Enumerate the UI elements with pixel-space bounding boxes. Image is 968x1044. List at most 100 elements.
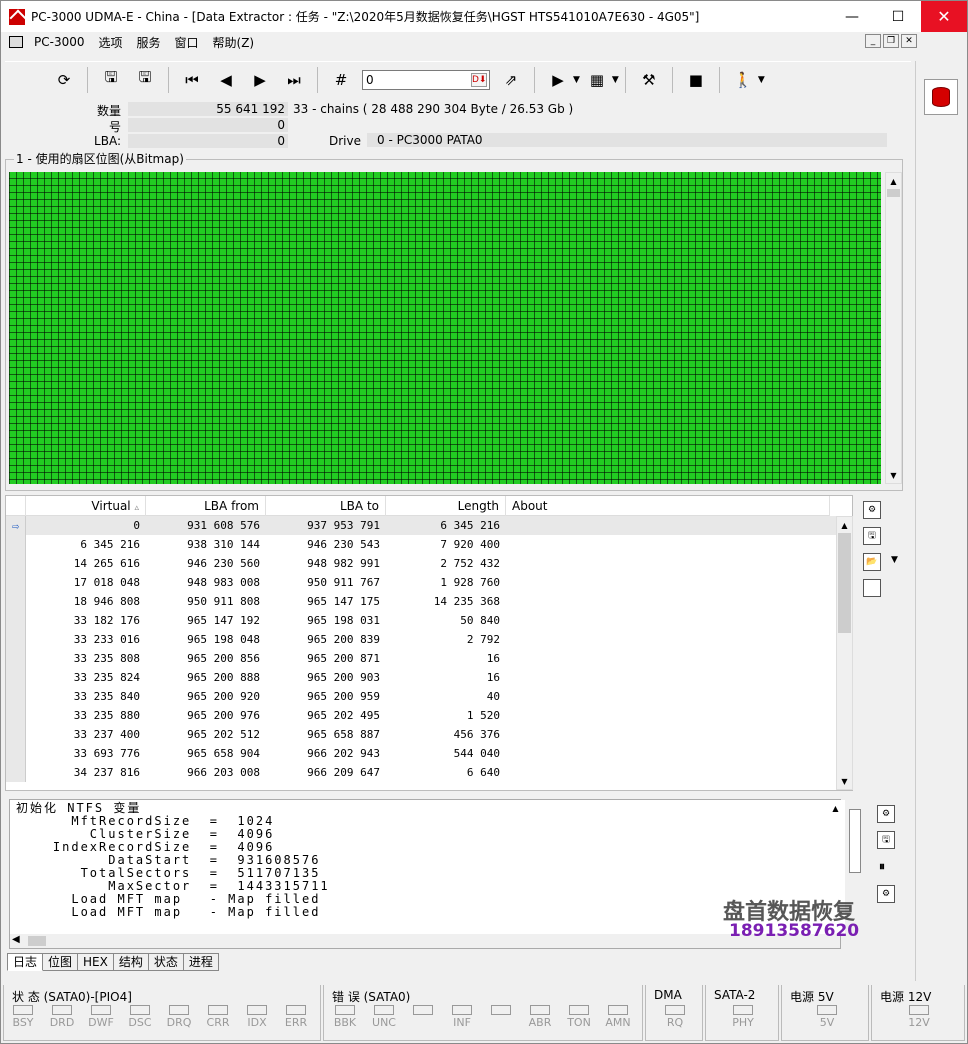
led-label: DWF xyxy=(88,1016,114,1029)
exit-dropdown-icon[interactable]: ▼ xyxy=(758,75,765,85)
tab-status[interactable]: 状态 xyxy=(148,953,184,971)
table-row[interactable]: 18 946 808 950 911 808 965 147 175 14 235 3… xyxy=(6,592,836,611)
database-icon xyxy=(932,87,950,107)
menu-pc3000[interactable]: PC-3000 xyxy=(27,35,91,49)
log-save-settings-icon[interactable]: ⚙ xyxy=(877,885,895,903)
cell-lba-to: 965 200 959 xyxy=(307,690,380,703)
folder-dropdown-icon[interactable]: ▼ xyxy=(891,555,898,565)
status-led: TON xyxy=(564,1005,594,1029)
menu-options[interactable]: 选项 xyxy=(91,34,129,51)
cell-lba-from: 950 911 808 xyxy=(187,595,260,608)
table-row[interactable]: 33 237 400 965 202 512 965 658 887 456 376 xyxy=(6,725,836,744)
switch-drive-button[interactable] xyxy=(924,79,958,115)
led-lamp xyxy=(247,1005,267,1015)
led-lamp xyxy=(335,1005,355,1015)
bitmap-group-label: 1 - 使用的扇区位图(从Bitmap) xyxy=(14,152,186,166)
led-lamp xyxy=(91,1005,111,1015)
menu-window[interactable]: 窗口 xyxy=(168,34,206,51)
scroll-up-icon[interactable]: ▲ xyxy=(886,173,901,189)
cell-lba-to: 965 147 175 xyxy=(307,595,380,608)
log-save-icon[interactable]: 🖫 xyxy=(877,831,895,849)
led-label: BBK xyxy=(333,1016,357,1029)
grid-icon[interactable]: ▦ xyxy=(584,67,610,93)
log-hscrollbar[interactable]: ◀ xyxy=(10,934,840,948)
log-settings-icon[interactable]: ⚙ xyxy=(877,805,895,823)
go-arrow-icon[interactable]: D⬇ xyxy=(471,72,487,87)
cell-virtual: 34 237 816 xyxy=(73,766,140,779)
table-header: Virtual ▵ LBA from LBA to Length About xyxy=(6,496,830,516)
table-row[interactable]: 33 235 824 965 200 888 965 200 903 16 xyxy=(6,668,836,687)
status-led: AMN xyxy=(603,1005,633,1029)
count-description: 33 - chains ( 28 488 290 304 Byte / 26.5… xyxy=(293,102,574,116)
col-virtual[interactable]: Virtual ▵ xyxy=(26,496,146,516)
scroll-left-icon[interactable]: ◀ xyxy=(12,934,20,945)
scroll-down-icon[interactable]: ▼ xyxy=(837,773,852,789)
goto-number-icon[interactable]: # xyxy=(328,67,354,93)
maximize-button[interactable]: ☐ xyxy=(875,1,921,32)
menu-help[interactable]: 帮助(Z) xyxy=(206,34,262,51)
last-icon[interactable]: ⏭ xyxy=(281,67,307,93)
table-row[interactable]: ⇨ 0 931 608 576 937 953 791 6 345 216 xyxy=(6,516,836,535)
scroll-down-icon[interactable]: ▼ xyxy=(886,467,901,483)
open-folder-icon[interactable]: 📂 xyxy=(863,553,881,571)
exit-icon[interactable]: 🚶 xyxy=(730,67,756,93)
table-row[interactable]: 33 693 776 965 658 904 966 202 943 544 040 xyxy=(6,744,836,763)
tab-process[interactable]: 进程 xyxy=(183,953,219,971)
refresh-settings-icon[interactable]: ⟳ xyxy=(51,67,77,93)
save-icon[interactable]: 🖫 xyxy=(98,67,124,93)
table-row[interactable]: 34 237 816 966 203 008 966 209 647 6 640 xyxy=(6,763,836,782)
led-label: INF xyxy=(453,1016,471,1029)
table-row[interactable]: 33 235 840 965 200 920 965 200 959 40 xyxy=(6,687,836,706)
hscroll-thumb[interactable] xyxy=(28,936,46,946)
next-icon[interactable]: ▶ xyxy=(247,67,273,93)
tab-hex[interactable]: HEX xyxy=(78,953,114,971)
new-doc-icon[interactable] xyxy=(863,579,881,597)
pause-icon[interactable]: ⏸ xyxy=(879,859,885,874)
table-row[interactable]: 33 233 016 965 198 048 965 200 839 2 792 xyxy=(6,630,836,649)
save-doc-icon[interactable]: 🖫 xyxy=(863,527,881,545)
minimize-button[interactable]: — xyxy=(829,1,875,32)
stop-icon[interactable]: ■ xyxy=(683,67,709,93)
col-lba-to[interactable]: LBA to xyxy=(266,496,386,516)
col-about[interactable]: About xyxy=(506,496,830,516)
table-row[interactable]: 33 235 880 965 200 976 965 202 495 1 520 xyxy=(6,706,836,725)
scroll-up-icon[interactable]: ▲ xyxy=(837,517,852,533)
table-row[interactable]: 33 182 176 965 147 192 965 198 031 50 840 xyxy=(6,611,836,630)
table-row[interactable]: 17 018 048 948 983 008 950 911 767 1 928 76… xyxy=(6,573,836,592)
menu-service[interactable]: 服务 xyxy=(130,34,168,51)
table-row[interactable]: 14 265 616 946 230 560 948 982 991 2 752 43… xyxy=(6,554,836,573)
scroll-thumb[interactable] xyxy=(838,533,851,633)
led-label: TON xyxy=(567,1016,591,1029)
log-level-slider[interactable] xyxy=(849,809,861,873)
table-row[interactable]: 6 345 216 938 310 144 946 230 543 7 920 400 xyxy=(6,535,836,554)
sector-bitmap[interactable] xyxy=(9,172,881,484)
tab-bitmap[interactable]: 位图 xyxy=(43,953,79,971)
save-all-icon[interactable]: 🖫 xyxy=(132,67,158,93)
tools-icon[interactable]: ⚒ xyxy=(636,67,662,93)
col-lba-from[interactable]: LBA from xyxy=(146,496,266,516)
cell-length: 1 520 xyxy=(466,709,500,722)
mdi-minimize-button[interactable]: _ xyxy=(865,34,881,48)
table-scrollbar[interactable]: ▲ ▼ xyxy=(836,516,853,790)
export-icon[interactable]: ⇗ xyxy=(498,67,524,93)
bitmap-scrollbar[interactable]: ▲ ▼ xyxy=(885,172,902,484)
tab-structure[interactable]: 结构 xyxy=(113,953,149,971)
play-dropdown-icon[interactable]: ▼ xyxy=(573,75,580,85)
pc3000-logo-icon xyxy=(9,8,25,25)
play-icon[interactable]: ▶ xyxy=(545,67,571,93)
goto-input[interactable]: 0 D⬇ xyxy=(362,69,490,90)
table-row[interactable]: 33 235 808 965 200 856 965 200 871 16 xyxy=(6,649,836,668)
col-length[interactable]: Length xyxy=(386,496,506,516)
tab-log[interactable]: 日志 xyxy=(7,953,44,971)
log-line: Load MFT map - Map filled xyxy=(16,905,321,919)
scroll-thumb[interactable] xyxy=(887,189,900,197)
mdi-close-button[interactable]: ✕ xyxy=(901,34,917,48)
settings-doc-icon[interactable]: ⚙ xyxy=(863,501,881,519)
mdi-restore-button[interactable]: ❐ xyxy=(883,34,899,48)
close-button[interactable]: ✕ xyxy=(921,1,967,32)
scroll-up-icon[interactable]: ▲ xyxy=(828,800,843,816)
prev-icon[interactable]: ◀ xyxy=(213,67,239,93)
mdi-document-icon[interactable] xyxy=(9,36,23,48)
first-icon[interactable]: ⏮ xyxy=(179,67,205,93)
grid-dropdown-icon[interactable]: ▼ xyxy=(612,75,619,85)
